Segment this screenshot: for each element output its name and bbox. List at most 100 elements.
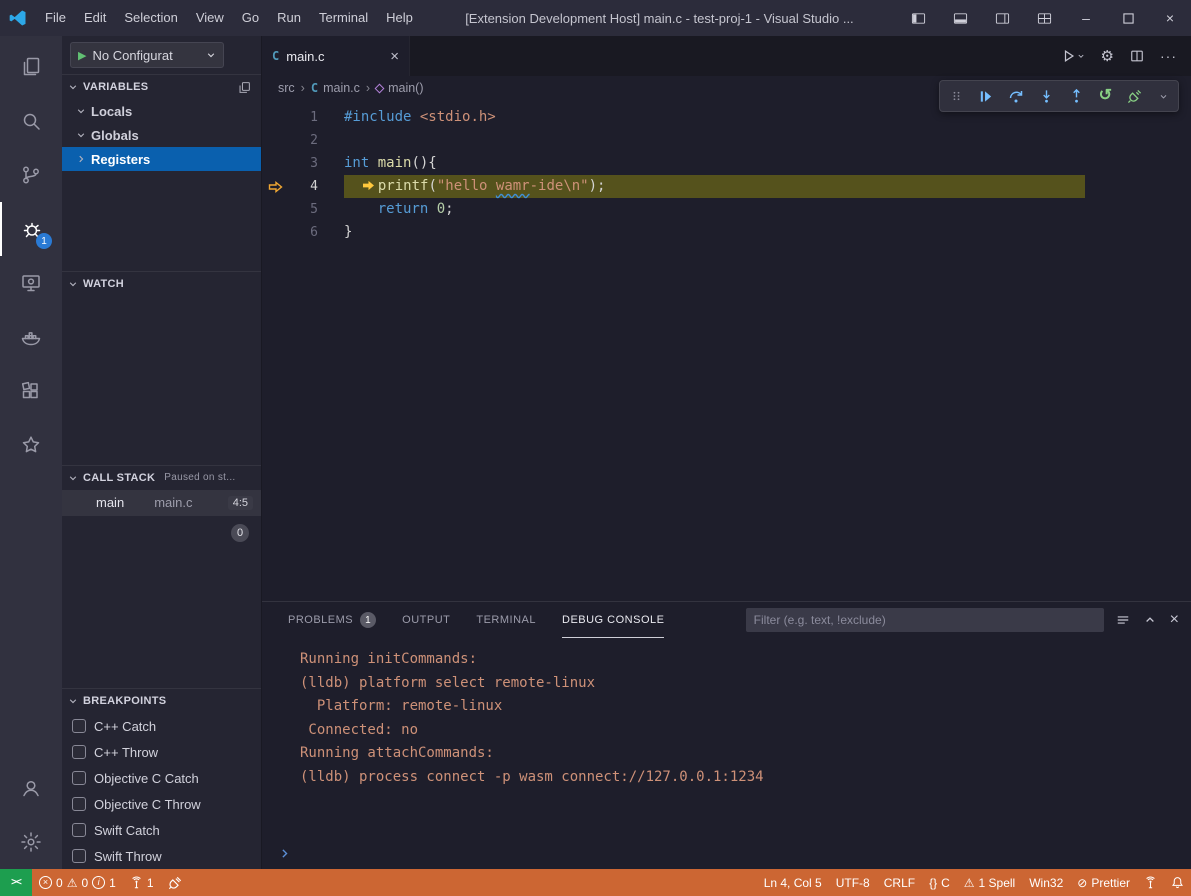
- watch-header[interactable]: WATCH: [62, 272, 261, 296]
- step-over-button[interactable]: [1008, 88, 1024, 104]
- code-line[interactable]: 6}: [262, 221, 1191, 244]
- panel-tab-debug-console[interactable]: DEBUG CONSOLE: [562, 602, 664, 638]
- variables-section: VARIABLES LocalsGlobalsRegisters: [62, 74, 261, 271]
- restart-button[interactable]: ↺: [1099, 88, 1112, 104]
- formatter-indicator[interactable]: ⊘ Prettier: [1070, 869, 1137, 896]
- code-editor[interactable]: 1#include <stdio.h>23int main(){4 printf…: [262, 100, 1191, 601]
- code-line[interactable]: 5 return 0;: [262, 198, 1191, 221]
- panel-tab-output[interactable]: OUTPUT: [402, 602, 450, 638]
- start-debugging-icon[interactable]: ▶: [78, 49, 86, 62]
- activity-scm-icon[interactable]: [0, 148, 62, 202]
- more-actions-icon[interactable]: ···: [1160, 48, 1177, 64]
- breakpoint-row[interactable]: C++ Throw: [62, 739, 261, 765]
- breakpoint-checkbox[interactable]: [72, 771, 86, 785]
- token: return: [378, 201, 429, 217]
- breadcrumb-item[interactable]: src: [278, 81, 295, 95]
- close-tab-icon[interactable]: ×: [390, 48, 399, 65]
- menu-view[interactable]: View: [187, 0, 233, 36]
- menu-run[interactable]: Run: [268, 0, 310, 36]
- token: [428, 201, 436, 217]
- remote-indicator[interactable]: ><: [0, 869, 32, 896]
- breakpoint-checkbox[interactable]: [72, 797, 86, 811]
- tab-main-c[interactable]: C main.c ×: [262, 36, 410, 76]
- breakpoint-row[interactable]: C++ Catch: [62, 713, 261, 739]
- breadcrumb-separator: ›: [366, 81, 370, 95]
- breakpoint-checkbox[interactable]: [72, 719, 86, 733]
- activity-docker-icon[interactable]: [0, 310, 62, 364]
- notifications-bell[interactable]: [1164, 869, 1191, 896]
- breakpoint-row[interactable]: Objective C Catch: [62, 765, 261, 791]
- customize-layout-icon[interactable]: [1023, 0, 1065, 36]
- toggle-secondary-sidebar-icon[interactable]: [981, 0, 1023, 36]
- chevron-up-icon[interactable]: [1144, 614, 1156, 626]
- menu-file[interactable]: File: [36, 0, 75, 36]
- debug-config-dropdown[interactable]: ▶ No Configurat: [70, 42, 224, 68]
- variables-header[interactable]: VARIABLES: [62, 75, 261, 99]
- code-line[interactable]: 2: [262, 129, 1191, 152]
- menu-help[interactable]: Help: [377, 0, 422, 36]
- variables-item-globals[interactable]: Globals: [62, 123, 261, 147]
- eol-indicator[interactable]: CRLF: [877, 869, 922, 896]
- stack-frame[interactable]: mainmain.c4:5: [62, 490, 261, 516]
- activity-debug-icon[interactable]: 1: [0, 202, 62, 256]
- close-panel-icon[interactable]: ×: [1170, 611, 1179, 629]
- close-button[interactable]: ×: [1149, 0, 1191, 36]
- run-or-debug-button[interactable]: [1062, 49, 1085, 63]
- ports-indicator[interactable]: 1: [123, 869, 161, 896]
- breakpoint-row[interactable]: Swift Catch: [62, 817, 261, 843]
- copy-icon[interactable]: [238, 81, 251, 94]
- menu-terminal[interactable]: Terminal: [310, 0, 377, 36]
- panel-tab-problems[interactable]: PROBLEMS1: [288, 602, 376, 638]
- breakpoint-row[interactable]: Swift Throw: [62, 843, 261, 869]
- panel-tab-terminal[interactable]: TERMINAL: [476, 602, 536, 638]
- activity-remote-icon[interactable]: [0, 256, 62, 310]
- tunnel-indicator[interactable]: [1137, 869, 1164, 896]
- problems-indicator[interactable]: × 0 ⚠ 0 i 1: [32, 869, 123, 896]
- activity-star-icon[interactable]: [0, 418, 62, 472]
- code-line[interactable]: 3int main(){: [262, 152, 1191, 175]
- console-input-row[interactable]: [262, 843, 1191, 869]
- activity-explorer-icon[interactable]: [0, 40, 62, 94]
- spell-indicator[interactable]: ⚠ 1 Spell: [957, 869, 1022, 896]
- activity-account-icon[interactable]: [0, 761, 62, 815]
- call-stack-header[interactable]: CALL STACK Paused on st...: [62, 466, 261, 490]
- continue-button[interactable]: [978, 89, 993, 104]
- chevron-down-icon[interactable]: [1159, 92, 1168, 101]
- step-into-button[interactable]: [1039, 88, 1054, 104]
- variables-item-locals[interactable]: Locals: [62, 99, 261, 123]
- console-filter-input[interactable]: [746, 608, 1104, 632]
- activity-search-icon[interactable]: [0, 94, 62, 148]
- console-lines-icon[interactable]: [1116, 613, 1130, 627]
- split-editor-icon[interactable]: [1130, 49, 1144, 63]
- breadcrumb-item[interactable]: main(): [376, 81, 423, 95]
- drag-handle[interactable]: [950, 88, 963, 104]
- breakpoint-checkbox[interactable]: [72, 745, 86, 759]
- language-mode[interactable]: {} C: [922, 869, 957, 896]
- variables-item-registers[interactable]: Registers: [62, 147, 261, 171]
- panel-tab-label: PROBLEMS: [288, 614, 353, 626]
- activity-gear-icon[interactable]: [0, 815, 62, 869]
- toggle-sidebar-icon[interactable]: [897, 0, 939, 36]
- breakpoint-checkbox[interactable]: [72, 849, 86, 863]
- debug-target-indicator[interactable]: [161, 869, 189, 896]
- activity-extensions-icon[interactable]: [0, 364, 62, 418]
- breakpoint-checkbox[interactable]: [72, 823, 86, 837]
- breakpoint-row[interactable]: Objective C Throw: [62, 791, 261, 817]
- code-line[interactable]: 4 printf("hello wamr-ide\n");: [262, 175, 1191, 198]
- toggle-panel-icon[interactable]: [939, 0, 981, 36]
- breadcrumb-item[interactable]: Cmain.c: [311, 81, 360, 95]
- minimize-button[interactable]: –: [1065, 0, 1107, 36]
- menu-selection[interactable]: Selection: [115, 0, 186, 36]
- menu-edit[interactable]: Edit: [75, 0, 115, 36]
- platform-indicator[interactable]: Win32: [1022, 869, 1070, 896]
- maximize-button[interactable]: [1107, 0, 1149, 36]
- breakpoints-header[interactable]: BREAKPOINTS: [62, 689, 261, 713]
- slash-circle-icon: ⊘: [1077, 876, 1087, 890]
- menu-go[interactable]: Go: [233, 0, 268, 36]
- step-out-button[interactable]: [1069, 88, 1084, 104]
- cursor-position[interactable]: Ln 4, Col 5: [757, 869, 829, 896]
- encoding-indicator[interactable]: UTF-8: [829, 869, 877, 896]
- disconnect-button[interactable]: [1127, 89, 1142, 104]
- gear-icon[interactable]: ⚙: [1101, 47, 1114, 65]
- debug-console-output[interactable]: Running initCommands:(lldb) platform sel…: [262, 638, 1191, 843]
